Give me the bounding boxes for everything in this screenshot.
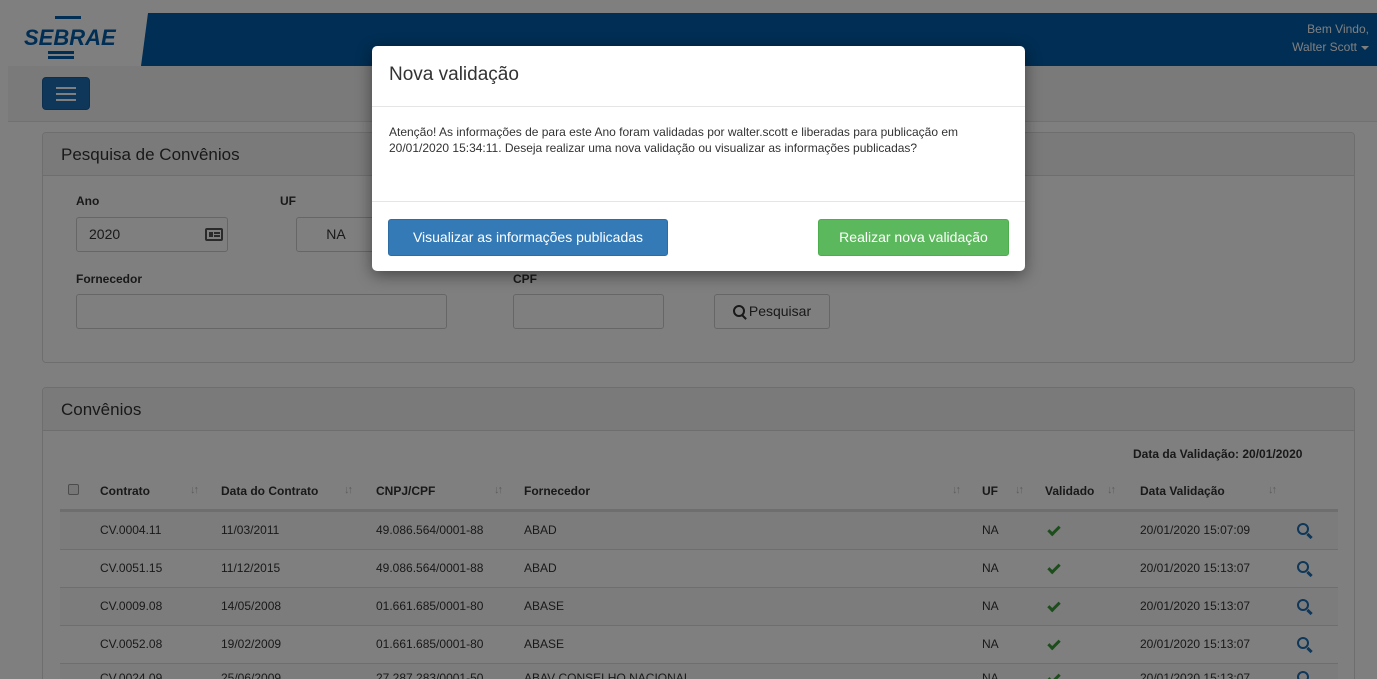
nova-validacao-dialog: Nova validação Atenção! As informações d… [372,46,1025,271]
visualizar-publicadas-button[interactable]: Visualizar as informações publicadas [388,219,668,256]
modal-message: Atenção! As informações de para este Ano… [372,107,1025,202]
realizar-nova-validacao-button[interactable]: Realizar nova validação [818,219,1009,256]
modal-title: Nova validação [372,46,1025,107]
